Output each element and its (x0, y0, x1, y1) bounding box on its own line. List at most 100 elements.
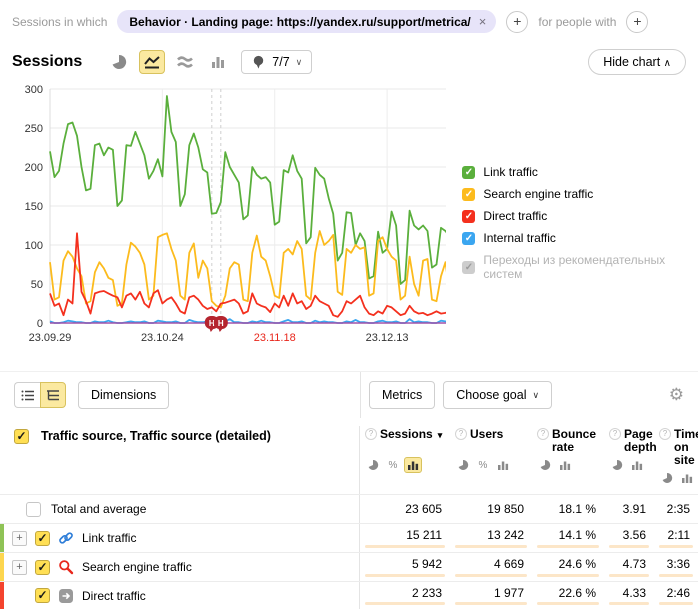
bar-toggle-icon[interactable] (494, 457, 512, 473)
bar-chart-type-icon[interactable] (205, 50, 231, 74)
legend-checkbox[interactable]: ✓ (462, 210, 475, 223)
legend-checkbox[interactable]: ✓ (462, 188, 475, 201)
line-chart-type-icon[interactable] (139, 50, 165, 74)
legend-item[interactable]: ✓ Internal traffic (462, 231, 692, 245)
percent-toggle-icon[interactable]: % (384, 457, 402, 473)
svg-text:23.11.18: 23.11.18 (254, 332, 296, 344)
hide-chart-button[interactable]: Hide chart ∧ (588, 49, 686, 75)
row-color-strip (0, 582, 4, 609)
table-row-search-engine-traffic: + ✓ Search engine traffic 5 942 4 669 24… (0, 552, 698, 581)
add-session-filter-button[interactable]: + (506, 11, 528, 33)
svg-text:100: 100 (25, 240, 43, 252)
pie-toggle-icon[interactable] (364, 457, 382, 473)
svg-text:Н: Н (218, 319, 224, 328)
pie-toggle-icon[interactable] (608, 457, 626, 473)
cell-value: 18.1 % (559, 502, 596, 516)
comment-icon (251, 54, 266, 70)
expand-row-button[interactable]: + (12, 560, 27, 575)
table-toolbar: Dimensions Metrics Choose goal ∨ ⚙ (0, 371, 698, 418)
svg-text:250: 250 (25, 123, 43, 135)
cell-value: 3.91 (623, 502, 646, 516)
choose-goal-button[interactable]: Choose goal ∨ (443, 381, 552, 409)
sort-desc-icon: ▾ (438, 429, 443, 442)
link-icon (58, 530, 74, 546)
row-label[interactable]: Direct traffic (82, 589, 146, 603)
help-icon[interactable]: ? (659, 428, 671, 440)
sessions-chart[interactable]: 05010015020025030023.09.2923.10.2423.11.… (6, 79, 446, 355)
table-row-direct-traffic: ✓ Direct traffic 2 233 1 977 22.6 % 4.33… (0, 581, 698, 609)
dimension-column-title[interactable]: Traffic source, Traffic source (detailed… (41, 429, 271, 443)
dimensions-button[interactable]: Dimensions (78, 381, 169, 409)
tree-view-icon[interactable] (40, 382, 66, 408)
column-header-time-on-site[interactable]: ? Time on site (654, 426, 698, 467)
cell-value: 19 850 (487, 502, 524, 516)
pie-toggle-icon[interactable] (454, 457, 472, 473)
svg-text:23.10.24: 23.10.24 (141, 332, 184, 344)
column-header-bounce-rate[interactable]: ? Bounce rate (532, 426, 604, 454)
table-header: ✓ Traffic source, Traffic source (detail… (0, 418, 698, 494)
stacked-area-type-icon[interactable] (172, 50, 198, 74)
row-color-strip (0, 524, 4, 552)
view-mode-switcher (14, 382, 66, 408)
column-header-sessions[interactable]: ? Sessions ▾ (360, 426, 450, 454)
behavior-filter-chip[interactable]: Behavior · Landing page: https://yandex.… (117, 10, 496, 33)
legend-item[interactable]: ✓Link traffic (462, 165, 692, 179)
help-icon[interactable]: ? (455, 428, 467, 440)
help-icon[interactable]: ? (537, 428, 549, 440)
settings-gear-icon[interactable]: ⚙ (669, 385, 684, 405)
svg-text:23.12.13: 23.12.13 (366, 332, 409, 344)
remove-filter-icon[interactable]: × (479, 14, 487, 29)
svg-text:200: 200 (25, 162, 43, 174)
svg-text:150: 150 (25, 201, 43, 213)
legend-checkbox[interactable]: ✓ (462, 166, 475, 179)
annotations-dropdown[interactable]: 7/7 ∨ (241, 50, 312, 74)
legend-item[interactable]: ✓ Direct traffic (462, 209, 692, 223)
row-checkbox[interactable] (26, 502, 41, 517)
chart-legend: ✓Link traffic✓Search engine traffic✓Dire… (462, 79, 692, 355)
bar-toggle-icon[interactable] (404, 457, 422, 473)
legend-label: Переходы из рекомендательных систем (483, 253, 692, 281)
row-checkbox[interactable]: ✓ (35, 560, 50, 575)
legend-item[interactable]: ✓Search engine traffic (462, 187, 692, 201)
help-icon[interactable]: ? (365, 428, 377, 440)
row-label[interactable]: Link traffic (82, 531, 136, 545)
chevron-down-icon: ∨ (296, 57, 303, 68)
chart-title: Sessions (12, 53, 82, 71)
bar-toggle-icon[interactable] (556, 457, 574, 473)
annotations-count: 7/7 (272, 55, 289, 69)
select-all-checkbox[interactable]: ✓ (14, 429, 29, 444)
bar-toggle-icon[interactable] (628, 457, 646, 473)
row-label[interactable]: Search engine traffic (82, 560, 192, 574)
row-label: Total and average (51, 502, 146, 516)
for-people-with-label: for people with (538, 15, 616, 29)
legend-label: Internal traffic (483, 231, 555, 245)
legend-checkbox[interactable]: ✓ (462, 232, 475, 245)
chart-header: Sessions 7/7 ∨ Hide chart ∧ (0, 41, 698, 77)
segment-filter-bar: Sessions in which Behavior · Landing pag… (0, 0, 698, 41)
column-header-users[interactable]: ? Users (450, 426, 532, 454)
legend-label: Direct traffic (483, 209, 547, 223)
row-checkbox[interactable]: ✓ (35, 588, 50, 603)
row-checkbox[interactable]: ✓ (35, 531, 50, 546)
list-view-icon[interactable] (14, 382, 40, 408)
pie-toggle-icon[interactable] (658, 470, 676, 486)
percent-toggle-icon[interactable]: % (474, 457, 492, 473)
cell-value: 2:35 (667, 502, 690, 516)
add-people-filter-button[interactable]: + (626, 11, 648, 33)
cell-value: 23 605 (405, 502, 442, 516)
search-icon (58, 559, 74, 575)
sessions-in-which-label: Sessions in which (12, 15, 107, 29)
expand-row-button[interactable]: + (12, 531, 27, 546)
legend-item: ✓Переходы из рекомендательных систем (462, 253, 692, 281)
pie-chart-type-icon[interactable] (106, 50, 132, 74)
metrics-button[interactable]: Metrics (369, 381, 435, 409)
column-header-page-depth[interactable]: ? Page depth (604, 426, 654, 454)
help-icon[interactable]: ? (609, 428, 621, 440)
bar-toggle-icon[interactable] (678, 470, 696, 486)
report-table-section: Dimensions Metrics Choose goal ∨ ⚙ ✓ Tra… (0, 371, 698, 609)
row-color-strip (0, 553, 4, 581)
pie-toggle-icon[interactable] (536, 457, 554, 473)
svg-text:300: 300 (25, 84, 43, 96)
svg-text:0: 0 (37, 318, 43, 330)
direct-arrow-icon (58, 588, 74, 604)
